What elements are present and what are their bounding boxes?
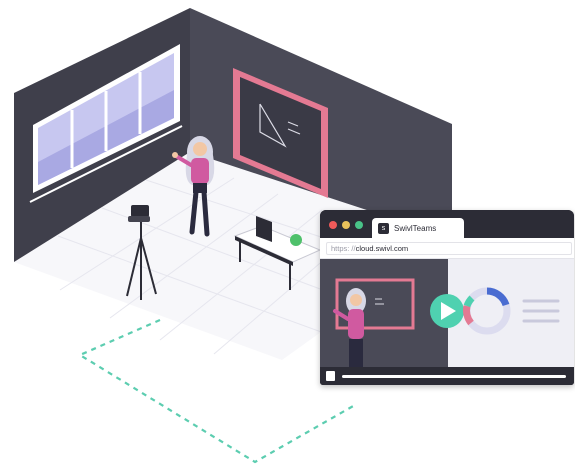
- plant: [290, 234, 302, 246]
- browser-tab[interactable]: s SwivlTeams: [372, 218, 464, 238]
- browser-titlebar: s SwivlTeams: [320, 210, 574, 238]
- maximize-dot-icon[interactable]: [355, 221, 363, 229]
- swivl-logo-icon: s: [378, 222, 389, 234]
- dashed-connector: [77, 318, 356, 464]
- play-icon: [430, 294, 464, 328]
- address-bar: https: //cloud.swivl.com: [320, 238, 574, 259]
- player-controls: [320, 367, 574, 385]
- stop-button[interactable]: [326, 371, 335, 381]
- url-scheme: https: //: [331, 244, 356, 253]
- close-dot-icon[interactable]: [329, 221, 337, 229]
- progress-bar[interactable]: [342, 375, 566, 378]
- url-host: cloud.swivl.com: [355, 244, 409, 253]
- browser-window: s SwivlTeams https: //cloud.swivl.com: [320, 210, 574, 385]
- tab-label: SwivlTeams: [394, 223, 437, 233]
- url-field[interactable]: https: //cloud.swivl.com: [326, 242, 572, 255]
- video-frame: [333, 259, 574, 367]
- video-content: [320, 259, 574, 367]
- minimize-dot-icon[interactable]: [342, 221, 350, 229]
